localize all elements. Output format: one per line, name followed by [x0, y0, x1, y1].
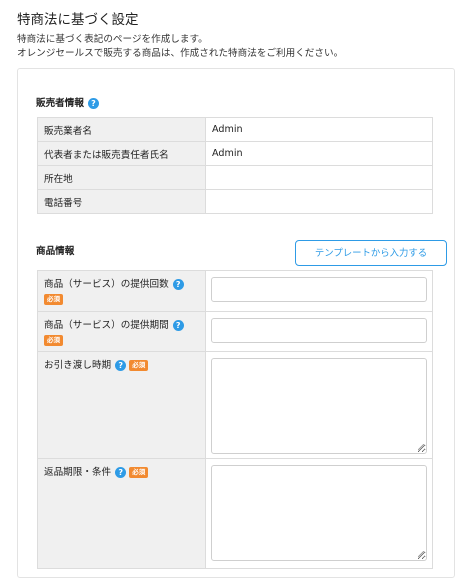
table-row: 所在地: [37, 165, 433, 190]
form-field: [206, 352, 432, 458]
form-row: 返品期限・条件? 必須: [37, 459, 433, 569]
page-title: 特商法に基づく設定: [17, 12, 139, 28]
form-field: [206, 312, 432, 351]
page-description-line2: オレンジセールスで販売する商品は、作成された特商法をご利用ください。: [17, 48, 344, 59]
template-input-button[interactable]: テンプレートから入力する: [295, 240, 447, 266]
product-section-title: 商品情報: [36, 246, 75, 257]
settings-panel: 販売者情報? 販売業者名 Admin 代表者または販売責任者氏名 Admin 所…: [17, 68, 455, 578]
return-policy-textarea[interactable]: [211, 465, 427, 561]
form-label: 返品期限・条件? 必須: [38, 459, 206, 568]
seller-name-value: Admin: [205, 117, 433, 142]
required-badge: 必須: [129, 466, 149, 478]
form-row: 商品（サービス）の提供期間? 必須: [37, 312, 433, 352]
product-info-form: 商品（サービス）の提供回数? 必須 商品（サービス）の提供期間? 必須 お引き渡…: [37, 270, 433, 569]
form-label: 商品（サービス）の提供回数? 必須: [38, 271, 206, 311]
form-label: お引き渡し時期? 必須: [38, 352, 206, 458]
table-row: 販売業者名 Admin: [37, 117, 433, 142]
service-count-input[interactable]: [211, 277, 427, 302]
representative-label: 代表者または販売責任者氏名: [37, 141, 206, 166]
required-badge: 必須: [44, 293, 63, 305]
table-row: 代表者または販売責任者氏名 Admin: [37, 141, 433, 166]
table-row: 電話番号: [37, 189, 433, 214]
form-field: [206, 459, 432, 568]
form-row: お引き渡し時期? 必須: [37, 352, 433, 459]
service-period-input[interactable]: [211, 318, 427, 343]
help-icon[interactable]: ?: [115, 466, 127, 478]
address-value: [205, 165, 433, 190]
representative-value: Admin: [205, 141, 433, 166]
seller-section-label: 販売者情報: [36, 98, 84, 109]
delivery-time-textarea[interactable]: [211, 358, 427, 454]
return-policy-label: 返品期限・条件: [44, 467, 112, 478]
help-icon[interactable]: ?: [172, 278, 184, 290]
form-field: [206, 271, 432, 311]
address-label: 所在地: [37, 165, 206, 190]
seller-section-title: 販売者情報?: [36, 95, 99, 109]
phone-value: [205, 189, 433, 214]
phone-label: 電話番号: [37, 189, 206, 214]
help-icon[interactable]: ?: [115, 359, 127, 371]
help-icon[interactable]: ?: [172, 319, 184, 331]
form-row: 商品（サービス）の提供回数? 必須: [37, 270, 433, 312]
resize-grip-icon[interactable]: [418, 551, 424, 557]
service-period-label: 商品（サービス）の提供期間: [44, 320, 169, 331]
required-badge: 必須: [129, 359, 149, 371]
delivery-time-label: お引き渡し時期: [44, 360, 112, 371]
form-label: 商品（サービス）の提供期間? 必須: [38, 312, 206, 351]
resize-grip-icon[interactable]: [418, 444, 424, 450]
page-description-line1: 特商法に基づく表記のページを作成します。: [17, 34, 208, 45]
seller-info-table: 販売業者名 Admin 代表者または販売責任者氏名 Admin 所在地 電話番号: [37, 117, 433, 214]
page: 特商法に基づく設定 特商法に基づく表記のページを作成します。 オレンジセールスで…: [0, 0, 474, 578]
required-badge: 必須: [44, 334, 63, 346]
help-icon[interactable]: ?: [87, 97, 99, 109]
service-count-label: 商品（サービス）の提供回数: [44, 279, 169, 290]
seller-name-label: 販売業者名: [37, 117, 206, 142]
